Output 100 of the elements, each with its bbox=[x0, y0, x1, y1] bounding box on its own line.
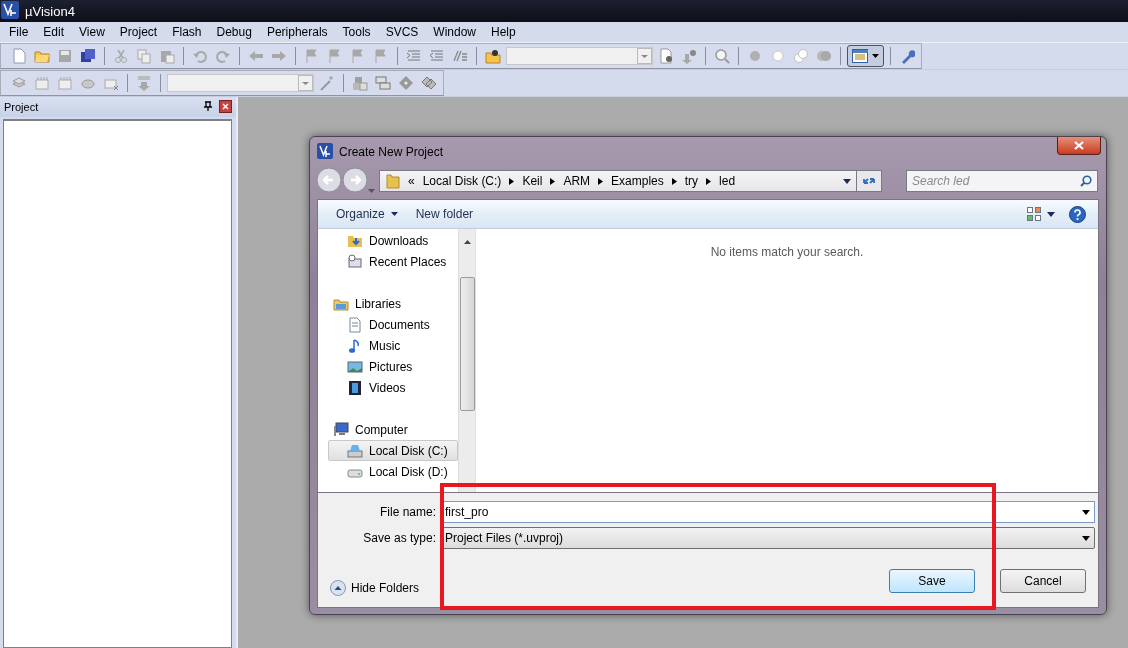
chip-icon[interactable] bbox=[34, 75, 50, 91]
windows-icon[interactable] bbox=[375, 75, 391, 91]
undo-icon[interactable] bbox=[192, 48, 208, 64]
dot-icon[interactable] bbox=[747, 48, 763, 64]
breadcrumb-item[interactable]: Local Disk (C:) bbox=[422, 174, 502, 188]
menu-item[interactable]: Tools bbox=[335, 25, 379, 39]
comment-icon[interactable] bbox=[452, 48, 468, 64]
copy-icon[interactable] bbox=[136, 48, 152, 64]
right-arrow-icon[interactable] bbox=[271, 48, 287, 64]
chip-icon[interactable] bbox=[57, 75, 73, 91]
breadcrumb-item[interactable]: ARM bbox=[563, 174, 591, 188]
help-icon[interactable] bbox=[1069, 205, 1086, 223]
app-icon bbox=[1, 0, 19, 19]
nav-item[interactable]: Recent Places bbox=[328, 251, 458, 272]
menu-item[interactable]: Edit bbox=[36, 25, 73, 39]
app-icon bbox=[317, 142, 333, 159]
film-icon bbox=[347, 379, 363, 396]
magic-wand-icon[interactable] bbox=[319, 75, 335, 91]
nav-item[interactable]: Local Disk (D:) bbox=[328, 461, 458, 482]
menu-item[interactable]: Window bbox=[426, 25, 484, 39]
paste-icon[interactable] bbox=[159, 48, 175, 64]
magnifier-icon[interactable] bbox=[714, 48, 730, 64]
address-bar[interactable]: « Local Disk (C:) Keil ARM Examples try led bbox=[379, 170, 857, 192]
new-file-icon[interactable] bbox=[11, 48, 27, 64]
save-button[interactable]: Save bbox=[889, 569, 975, 593]
refresh-button[interactable] bbox=[856, 170, 882, 192]
back-button[interactable] bbox=[316, 166, 342, 193]
find-arrow-icon[interactable] bbox=[681, 48, 697, 64]
search-field[interactable]: Search led bbox=[906, 170, 1098, 192]
left-arrow-icon[interactable] bbox=[248, 48, 264, 64]
circles-icon[interactable] bbox=[793, 48, 809, 64]
menu-item[interactable]: Help bbox=[484, 25, 524, 39]
find-folder-icon[interactable] bbox=[485, 48, 501, 64]
close-icon bbox=[1074, 141, 1084, 150]
diamond-icon[interactable] bbox=[398, 75, 414, 91]
nav-item[interactable]: Music bbox=[328, 335, 458, 356]
scrollbar-thumb[interactable] bbox=[459, 277, 475, 411]
blocks-icon[interactable] bbox=[352, 75, 368, 91]
separator-arrow-icon[interactable] bbox=[598, 177, 604, 185]
menu-item[interactable]: Debug bbox=[209, 25, 260, 39]
breadcrumb-item[interactable]: Examples bbox=[611, 174, 664, 188]
view-button[interactable] bbox=[847, 45, 884, 67]
close-button[interactable] bbox=[1057, 137, 1101, 155]
breadcrumb-item[interactable]: led bbox=[719, 174, 736, 188]
flag-icon[interactable] bbox=[327, 48, 343, 64]
window-title: µVision4 bbox=[25, 3, 75, 19]
flag-icon[interactable] bbox=[350, 48, 366, 64]
breadcrumb-item[interactable]: Keil bbox=[522, 174, 543, 188]
load-arrow-icon[interactable] bbox=[136, 75, 152, 91]
circle-icon[interactable] bbox=[770, 48, 786, 64]
nav-item[interactable]: Libraries bbox=[328, 293, 458, 314]
folder-icon[interactable] bbox=[34, 48, 50, 64]
menu-item[interactable]: View bbox=[72, 25, 113, 39]
nav-item[interactable]: Pictures bbox=[328, 356, 458, 377]
disks-icon[interactable] bbox=[80, 48, 96, 64]
collapse-icon bbox=[330, 580, 346, 596]
diamonds-icon[interactable] bbox=[421, 75, 437, 91]
menu-item[interactable]: Flash bbox=[165, 25, 210, 39]
scrollbar[interactable] bbox=[458, 229, 475, 492]
caret-icon[interactable] bbox=[1082, 536, 1090, 541]
caret-icon[interactable] bbox=[1082, 510, 1090, 515]
find-document-icon[interactable] bbox=[658, 48, 674, 64]
separator-arrow-icon[interactable] bbox=[671, 177, 677, 185]
menu-item[interactable]: Project bbox=[112, 25, 166, 39]
menu-item[interactable]: Peripherals bbox=[259, 25, 336, 39]
scissors-icon[interactable] bbox=[113, 48, 129, 64]
forward-button[interactable] bbox=[342, 166, 368, 193]
dropdown-field[interactable] bbox=[506, 47, 653, 65]
close-icon[interactable] bbox=[219, 99, 232, 113]
dialog-title: Create New Project bbox=[339, 145, 444, 159]
breadcrumb-item[interactable]: try bbox=[684, 174, 699, 188]
separator-arrow-icon[interactable] bbox=[509, 177, 515, 185]
field-label: Save as type: bbox=[362, 531, 436, 545]
separator-arrow-icon[interactable] bbox=[706, 177, 712, 185]
search-icon[interactable] bbox=[1080, 175, 1092, 187]
separator-arrow-icon[interactable] bbox=[550, 177, 556, 185]
menu-item[interactable]: File bbox=[2, 25, 37, 39]
folder-icon bbox=[386, 173, 400, 189]
dropdown-field[interactable] bbox=[167, 74, 314, 92]
caret-icon bbox=[872, 54, 879, 58]
hide-folders-button[interactable]: Hide Folders bbox=[330, 580, 420, 596]
scroll-up-icon[interactable] bbox=[463, 240, 471, 244]
nav-item[interactable]: Computer bbox=[328, 419, 458, 440]
overflow-chevron[interactable]: « bbox=[408, 174, 415, 188]
nav-item[interactable]: Downloads bbox=[328, 230, 458, 251]
cancel-button[interactable]: Cancel bbox=[1000, 569, 1086, 593]
flag-icon[interactable] bbox=[373, 48, 389, 64]
nav-item[interactable]: Videos bbox=[328, 377, 458, 398]
redo-icon[interactable] bbox=[215, 48, 231, 64]
indent-icon[interactable] bbox=[406, 48, 422, 64]
toolbar-button[interactable]: Organize bbox=[332, 205, 406, 223]
menu-item[interactable]: SVCS bbox=[378, 25, 427, 39]
outdent-icon[interactable] bbox=[429, 48, 445, 64]
toolbar-button[interactable]: New folder bbox=[411, 205, 482, 223]
pin-icon[interactable] bbox=[204, 101, 212, 111]
nav-item[interactable]: Local Disk (C:) bbox=[328, 440, 458, 461]
nav-item[interactable]: Documents bbox=[328, 314, 458, 335]
grid-icon bbox=[1027, 207, 1041, 221]
caret-icon[interactable] bbox=[843, 178, 851, 184]
flag-icon[interactable] bbox=[304, 48, 320, 64]
